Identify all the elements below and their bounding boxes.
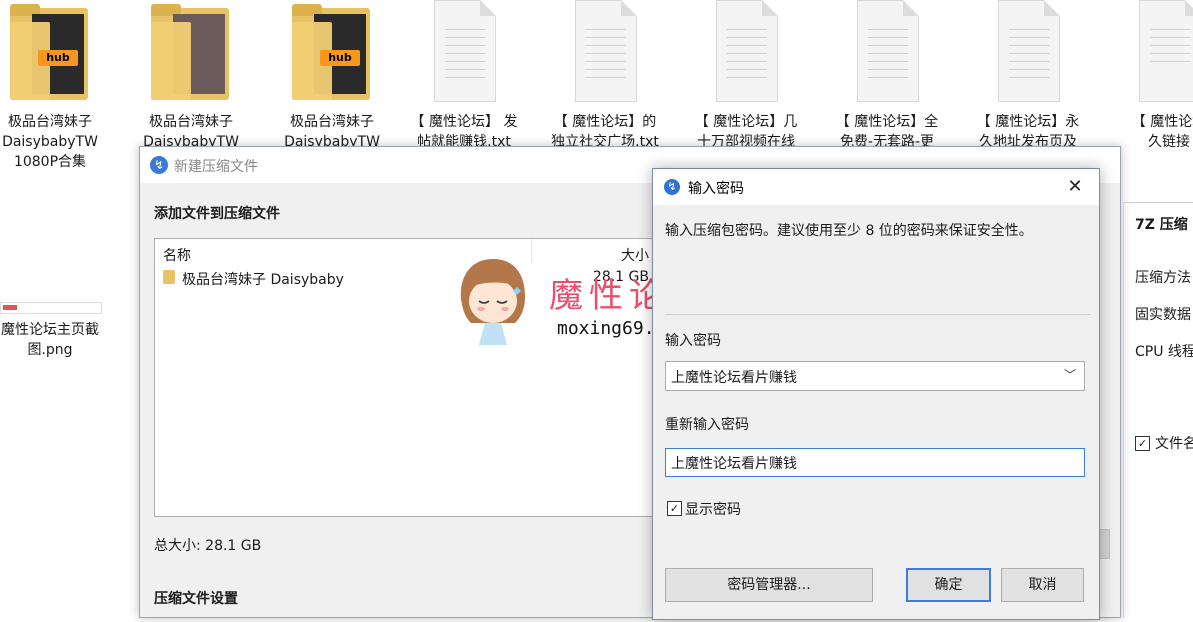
desktop-icon-label: 极品台湾妹子 DaisybabyTW 1080P合集	[2, 114, 98, 170]
desktop-folder-2[interactable]: 极品台湾妹子 DaisybabyTW	[131, 0, 251, 150]
folder-icon: hub	[10, 4, 88, 100]
text-file-icon	[1139, 0, 1193, 102]
password-manager-button[interactable]: 密码管理器...	[665, 568, 873, 602]
password-combobox[interactable]: 上魔性论坛看片赚钱 ﹀	[665, 361, 1085, 391]
text-file-icon	[857, 0, 919, 102]
show-password-label[interactable]: 显示密码	[685, 499, 741, 519]
desktop-txt-4[interactable]: 【 魔性论坛】全 免费-无套路-更	[827, 0, 947, 150]
app-logo-icon: ↯	[664, 179, 680, 195]
ok-button[interactable]: 确定	[906, 568, 991, 602]
dialog-title: 新建压缩文件	[174, 159, 258, 175]
cpu-threads-label: CPU 线程	[1135, 344, 1193, 360]
password-value: 上魔性论坛看片赚钱	[671, 370, 797, 386]
desktop-folder-3[interactable]: hub 极品台湾妹子 DaisybabyTW	[272, 0, 392, 150]
solid-data-label: 固实数据	[1135, 307, 1191, 323]
column-header-name[interactable]: 名称	[163, 245, 191, 265]
folder-badge: hub	[38, 50, 78, 66]
section-heading-add-files: 添加文件到压缩文件	[154, 206, 280, 222]
text-file-icon	[716, 0, 778, 102]
repeat-password-input[interactable]: 上魔性论坛看片赚钱	[665, 448, 1085, 477]
desktop-icon-label: 【 魔性论坛 久链接	[1131, 114, 1193, 150]
close-icon[interactable]: ✕	[1063, 175, 1087, 199]
total-size: 总大小: 28.1 GB	[154, 538, 262, 554]
folder-icon	[163, 270, 175, 284]
desktop-icon-label: 魔性论坛主页截 图.png	[1, 322, 99, 358]
desktop-folder-1[interactable]: hub 极品台湾妹子 DaisybabyTW 1080P合集	[0, 0, 110, 175]
show-password-checkbox[interactable]: ✓	[667, 501, 682, 516]
password-label: 输入密码	[665, 333, 721, 349]
desktop-txt-1[interactable]: 【 魔性论坛】 发 帖就能赚钱.txt	[404, 0, 524, 150]
desktop-png-1[interactable]: 魔性论坛主页截 图.png	[0, 298, 110, 368]
section-heading-archive-settings: 压缩文件设置	[154, 591, 238, 607]
cancel-button[interactable]: 取消	[1001, 568, 1084, 602]
desktop-txt-3[interactable]: 【 魔性论坛】几 十万部视频在线	[686, 0, 806, 150]
folder-icon	[151, 4, 229, 100]
dialog-titlebar[interactable]: ↯ 输入密码 ✕	[653, 169, 1099, 205]
repeat-password-label: 重新输入密码	[665, 417, 749, 433]
desktop-txt-5[interactable]: 【 魔性论坛】永 久地址发布页及	[968, 0, 1088, 150]
desktop-txt-6[interactable]: 【 魔性论坛 久链接	[1109, 0, 1193, 150]
image-file-icon	[0, 302, 102, 314]
compression-options-panel: 7Z 压缩 压缩方法 固实数据 CPU 线程 ✓ 文件名	[1123, 202, 1193, 622]
watermark-girl-icon	[460, 259, 525, 345]
folder-badge: hub	[320, 50, 360, 66]
compression-panel-title: 7Z 压缩	[1135, 217, 1188, 233]
text-file-icon	[575, 0, 637, 102]
divider	[665, 314, 1091, 315]
password-dialog: ↯ 输入密码 ✕ 输入压缩包密码。建议使用至少 8 位的密码来保证安全性。 输入…	[652, 168, 1100, 620]
filename-checkbox-label: 文件名	[1155, 436, 1193, 452]
repeat-password-value: 上魔性论坛看片赚钱	[671, 456, 797, 472]
desktop-txt-2[interactable]: 【 魔性论坛】的 独立社交广场.txt	[545, 0, 665, 150]
password-description: 输入压缩包密码。建议使用至少 8 位的密码来保证安全性。	[665, 223, 1033, 239]
compression-method-label: 压缩方法	[1135, 270, 1191, 286]
app-logo-icon: ↯	[150, 156, 168, 174]
folder-icon: hub	[292, 4, 370, 100]
column-header-size[interactable]: 大小	[621, 245, 649, 265]
file-row-name[interactable]: 极品台湾妹子 Daisybaby	[182, 269, 344, 289]
filename-checkbox[interactable]: ✓	[1135, 436, 1150, 451]
text-file-icon	[434, 0, 496, 102]
dialog-title: 输入密码	[688, 181, 744, 197]
chevron-down-icon[interactable]: ﹀	[1064, 366, 1076, 383]
text-file-icon	[998, 0, 1060, 102]
